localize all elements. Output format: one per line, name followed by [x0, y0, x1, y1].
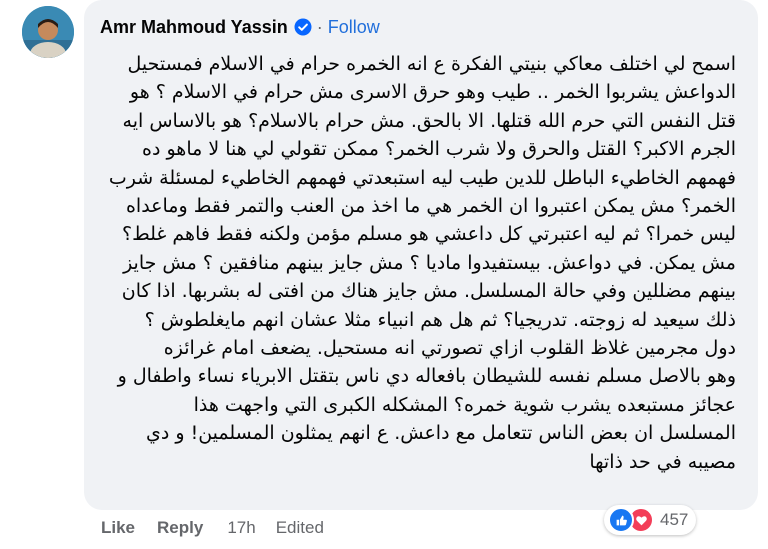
reaction-count: 457	[660, 510, 689, 529]
comment-line: الجرم الاكبر؟ القتل والحرق ولا شرب الخمر…	[142, 138, 736, 161]
comment-line: الخمر؟ مش يمكن اعتبروا ان الخمر هي ما اخ…	[125, 195, 736, 218]
comment-line: ذلك سيعيد له زوجته. تدريجيا؟ ثم هل هم ان…	[144, 308, 736, 331]
comment-header: Amr Mahmoud Yassin · Follow	[100, 14, 380, 40]
comment-line: فهمهم الخاطيء الباطل للدين طيب ليه استبع…	[108, 166, 736, 189]
comment-text: اسمح لي اختلف معاكي بنيتي الفكرة ع انه ا…	[96, 50, 736, 476]
author-name[interactable]: Amr Mahmoud Yassin	[100, 17, 288, 38]
avatar-image	[22, 6, 74, 58]
like-icon	[608, 507, 634, 533]
author-avatar[interactable]	[22, 6, 74, 58]
edited-label[interactable]: Edited	[276, 518, 324, 538]
comment-line: وهو بالاصل مسلم نفسه للشيطان بافعاله دي …	[117, 365, 736, 388]
comment-line: مش يمكن. في دواعش. بيستفيدوا ماديا ؟ مش …	[123, 251, 736, 274]
comment-line: دول مجرمين غلاظ القلوب ازاي تصورتي انه م…	[163, 337, 736, 360]
comment-line: الدواعش يشربوا الخمر .. طيب وهو حرق الاس…	[129, 81, 736, 104]
comment-line: اسمح لي اختلف معاكي بنيتي الفكرة ع انه ا…	[127, 53, 736, 75]
comment-line: عجائز مستبعده يشرب شوية خمره؟ المشكله ال…	[193, 393, 736, 416]
comment-actions: Like Reply 17h Edited	[101, 518, 324, 538]
comment-bubble: Amr Mahmoud Yassin · Follow اسمح لي اختل…	[84, 0, 758, 510]
verified-badge-icon	[294, 18, 312, 36]
follow-button[interactable]: Follow	[328, 17, 380, 38]
comment-line: مصيبه في حد ذاتها	[589, 450, 736, 473]
comment-line: قتل النفس التي حرم الله قتلها. الا بالحق…	[122, 109, 736, 132]
comment-line: المسلسل ان بعض الناس تتعامل مع داعش. ع ا…	[146, 422, 736, 445]
comment-line: بينهم مضللين وفي حالة المسلسل. مش جايز ه…	[121, 280, 736, 303]
like-button[interactable]: Like	[101, 518, 135, 538]
reactions-summary[interactable]: 457	[604, 505, 697, 535]
reply-button[interactable]: Reply	[157, 518, 203, 538]
comment-timestamp[interactable]: 17h	[227, 518, 255, 538]
comment-line: ليس خمرا؟ ثم ليه اعتبرتي كل داعشي هو مسل…	[122, 223, 736, 246]
header-separator: ·	[316, 16, 323, 37]
